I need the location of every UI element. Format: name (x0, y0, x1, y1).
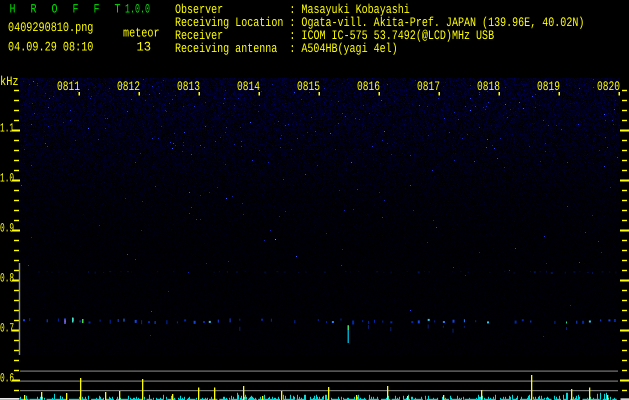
svg-text:0819: 0819 (537, 79, 560, 94)
svg-text:0813: 0813 (177, 79, 200, 94)
svg-text:0.7: 0.7 (0, 322, 14, 336)
svg-text:1.0.0: 1.0.0 (125, 2, 150, 17)
svg-text:0815: 0815 (297, 79, 320, 94)
svg-text:0811: 0811 (57, 79, 80, 94)
svg-text:F: F (73, 2, 79, 17)
svg-text:0812: 0812 (117, 79, 140, 94)
svg-text:R: R (31, 2, 37, 17)
svg-text:04.09.29 08:10: 04.09.29 08:10 (8, 40, 93, 55)
svg-text:0816: 0816 (357, 79, 380, 94)
svg-text:0814: 0814 (237, 79, 260, 94)
svg-text:F: F (94, 2, 100, 17)
svg-text:1.1: 1.1 (0, 122, 14, 136)
svg-text:0817: 0817 (417, 79, 440, 94)
svg-text:1.0: 1.0 (0, 172, 14, 186)
svg-text:T: T (115, 2, 121, 17)
svg-text:13: 13 (137, 40, 152, 55)
svg-text:0.9: 0.9 (0, 222, 14, 236)
svg-text:Receiving antenna : A504HB(ya: Receiving antenna : A504HB(yagi 4el) (175, 41, 398, 56)
svg-text:kHz: kHz (0, 74, 19, 89)
svg-text:0409290810.png: 0409290810.png (8, 20, 93, 35)
svg-text:0.8: 0.8 (0, 272, 14, 286)
svg-text:O: O (52, 2, 58, 17)
svg-text:meteor: meteor (123, 26, 160, 41)
svg-text:0.6: 0.6 (0, 372, 14, 386)
svg-text:0820: 0820 (597, 79, 620, 94)
svg-text:H: H (10, 2, 16, 17)
svg-text:0818: 0818 (477, 79, 500, 94)
